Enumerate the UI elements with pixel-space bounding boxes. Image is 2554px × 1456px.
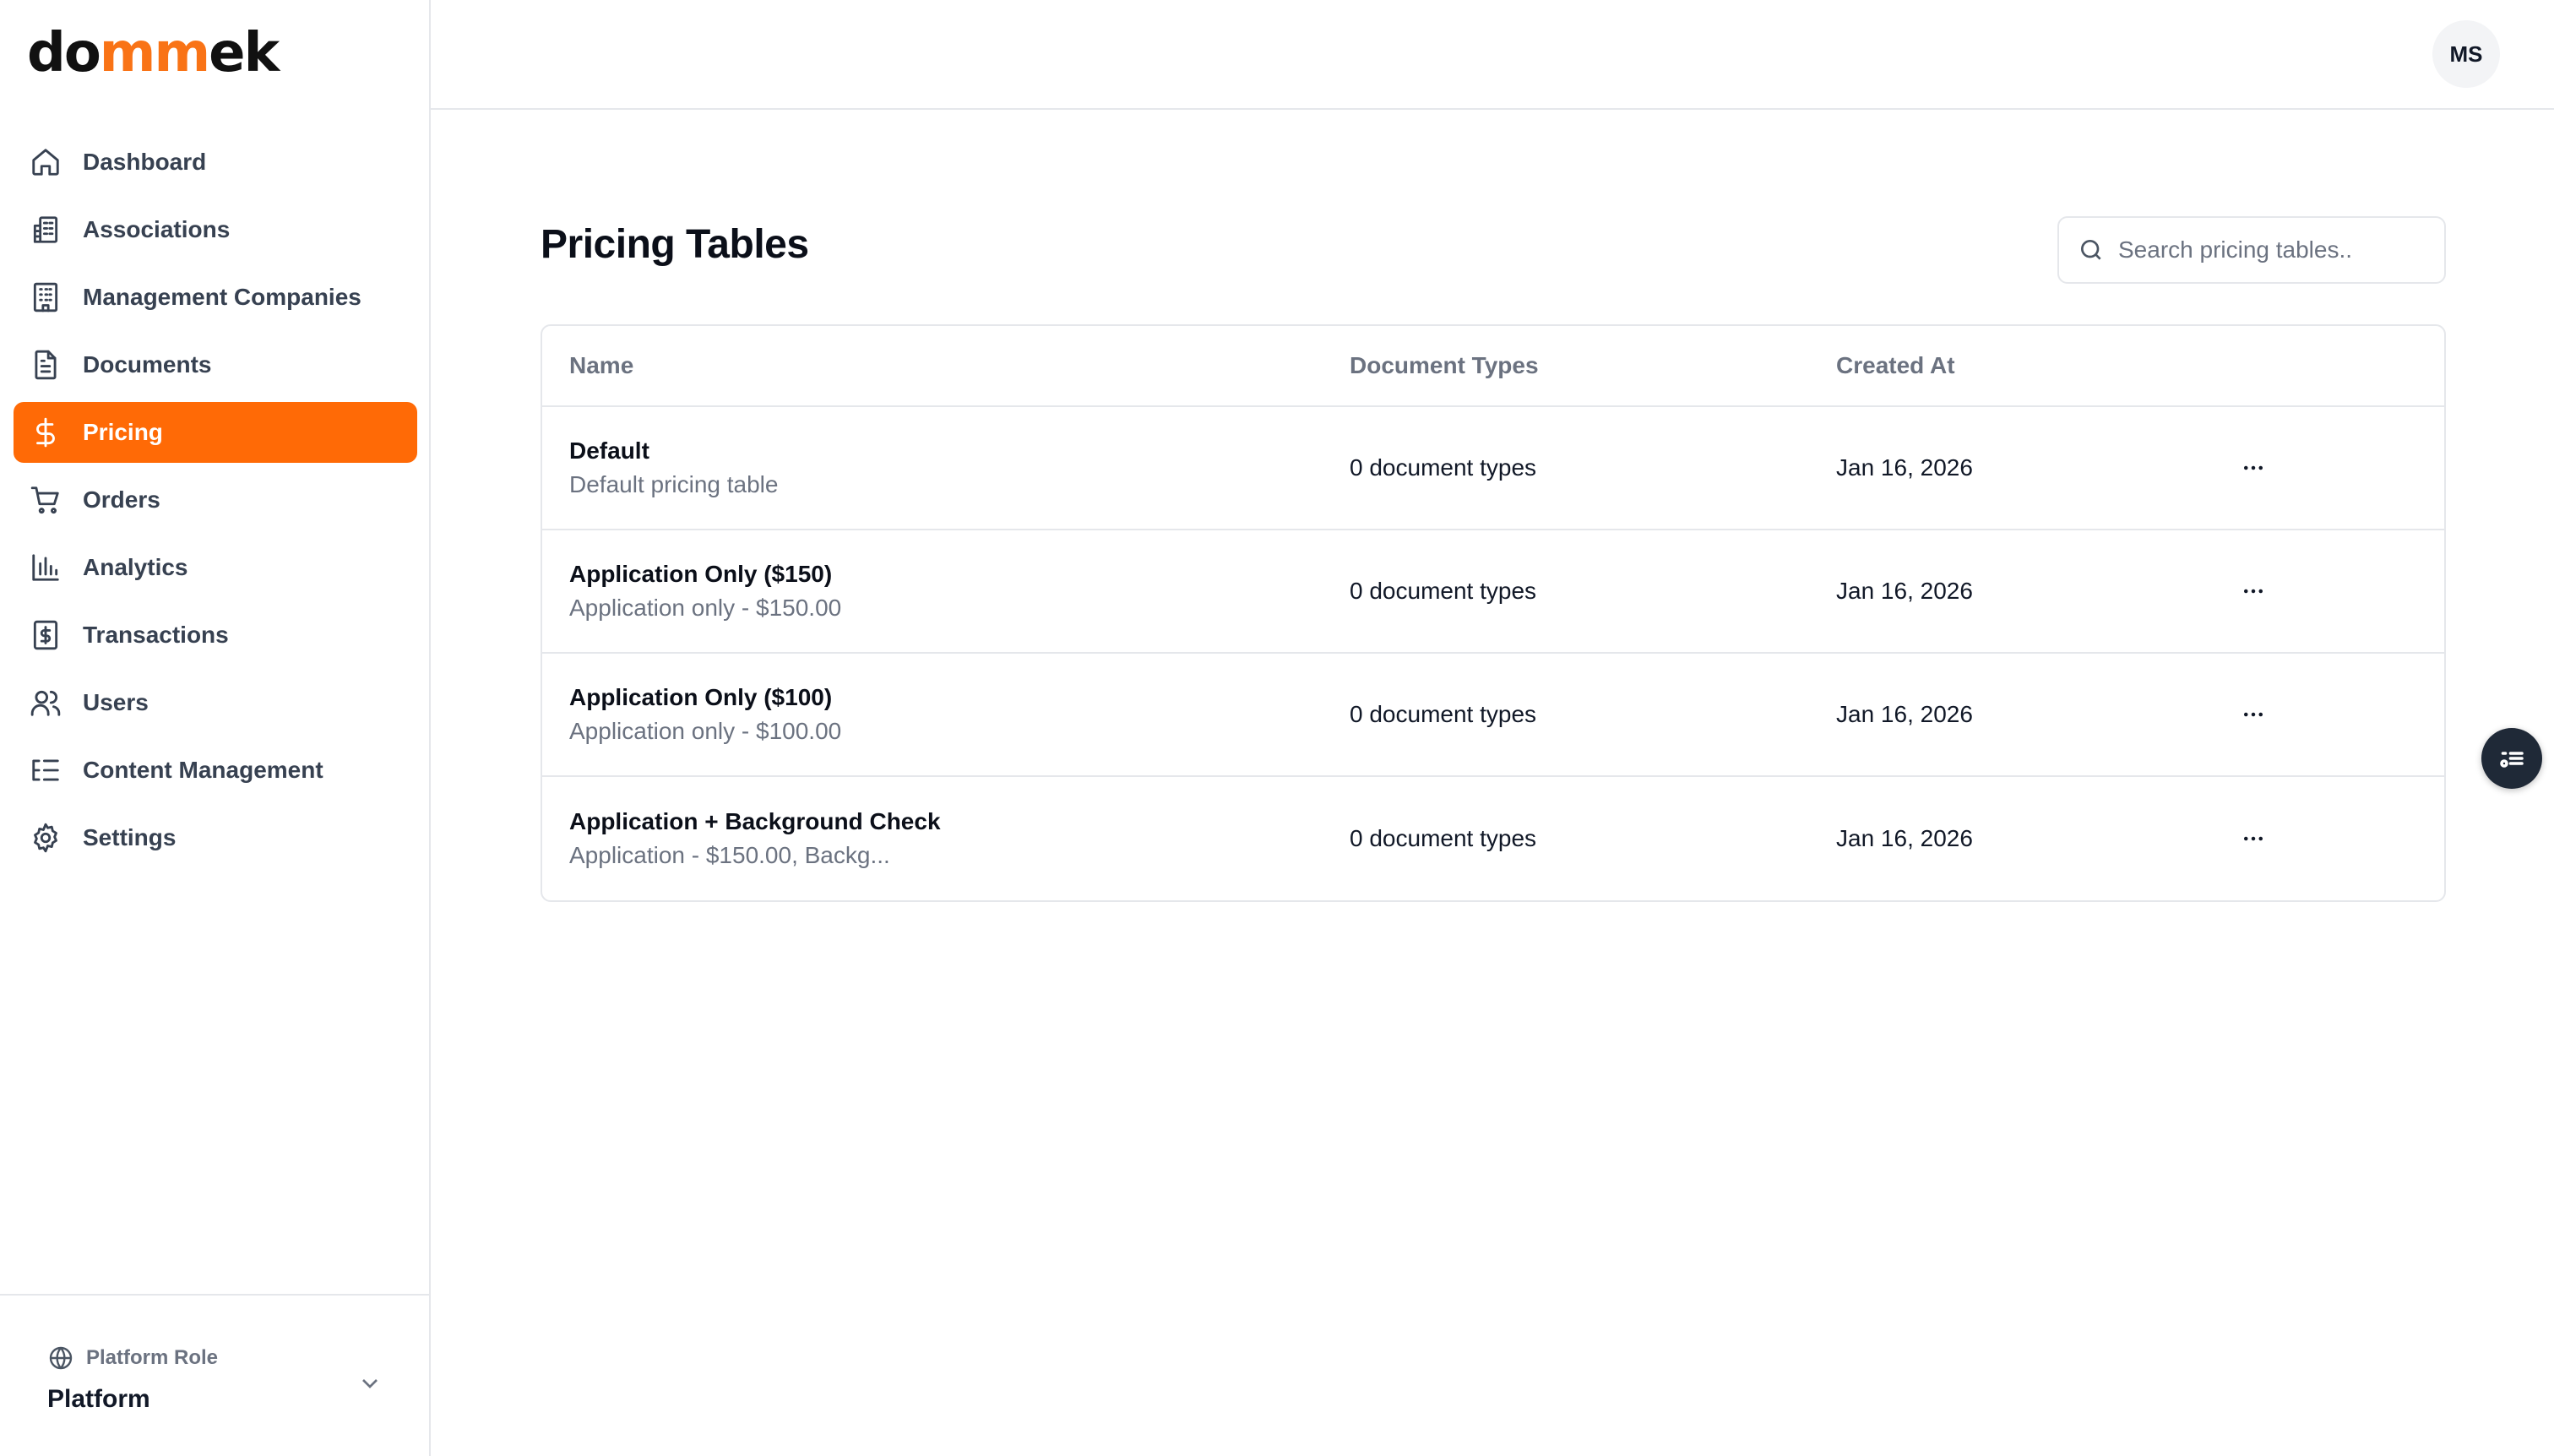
receipt-dollar-icon xyxy=(29,618,62,652)
sidebar-item-orders[interactable]: Orders xyxy=(14,470,417,530)
sidebar-item-settings[interactable]: Settings xyxy=(14,807,417,868)
buildings-icon xyxy=(29,213,62,247)
name-cell: Default Default pricing table xyxy=(542,434,1350,502)
bar-chart-icon xyxy=(29,551,62,584)
gear-icon xyxy=(29,821,62,855)
sidebar-item-content-management[interactable]: Content Management xyxy=(14,740,417,801)
globe-icon xyxy=(49,1346,73,1370)
document-types-cell: 0 document types xyxy=(1350,454,1537,481)
row-title: Default xyxy=(569,437,649,464)
created-at-cell: Jan 16, 2026 xyxy=(1836,578,1973,604)
sidebar-item-associations[interactable]: Associations xyxy=(14,199,417,260)
sidebar-item-analytics[interactable]: Analytics xyxy=(14,537,417,598)
row-title: Application Only ($150) xyxy=(569,561,833,587)
column-header-document-types[interactable]: Document Types xyxy=(1350,352,1836,379)
sidebar-item-label: Pricing xyxy=(83,419,163,445)
sidebar-item-management-companies[interactable]: Management Companies xyxy=(14,267,417,328)
more-actions-icon[interactable] xyxy=(2233,694,2274,735)
brand-logo[interactable]: dommek xyxy=(27,22,280,84)
sidebar-item-label: Dashboard xyxy=(83,149,207,175)
row-description: Default pricing table xyxy=(569,471,779,497)
document-types-cell: 0 document types xyxy=(1350,701,1537,727)
sidebar-item-label: Documents xyxy=(83,351,212,378)
sidebar-item-label: Management Companies xyxy=(83,284,361,310)
column-header-name[interactable]: Name xyxy=(542,352,1350,379)
sidebar-item-label: Orders xyxy=(83,486,160,513)
row-description: Application - $150.00, Backg... xyxy=(569,842,890,868)
sidebar-item-label: Transactions xyxy=(83,622,229,648)
table-row[interactable]: Default Default pricing table 0 document… xyxy=(542,407,2444,530)
role-value: Platform xyxy=(47,1385,150,1413)
row-title: Application + Background Check xyxy=(569,808,941,834)
users-icon xyxy=(29,686,62,720)
more-actions-icon[interactable] xyxy=(2233,818,2274,859)
sidebar-item-label: Associations xyxy=(83,216,231,242)
row-description: Application only - $150.00 xyxy=(569,595,842,621)
chevron-down-icon[interactable] xyxy=(356,1370,383,1397)
row-description: Application only - $100.00 xyxy=(569,718,842,744)
created-at-cell: Jan 16, 2026 xyxy=(1836,454,1973,481)
sidebar: dommek Dashboard Associations Management… xyxy=(0,0,431,1456)
sidebar-item-users[interactable]: Users xyxy=(14,672,417,733)
sidebar-item-label: Settings xyxy=(83,824,177,850)
sidebar-item-dashboard[interactable]: Dashboard xyxy=(14,132,417,193)
document-icon xyxy=(29,348,62,382)
logo-text: dommek xyxy=(27,22,280,84)
sidebar-item-label: Content Management xyxy=(83,757,323,783)
top-bar: MS xyxy=(431,0,2554,110)
list-tree-icon xyxy=(29,753,62,787)
column-header-created-at[interactable]: Created At xyxy=(1836,352,2233,379)
document-types-cell: 0 document types xyxy=(1350,825,1537,851)
created-at-cell: Jan 16, 2026 xyxy=(1836,825,1973,851)
role-label-row: Platform Role xyxy=(47,1345,218,1372)
name-cell: Application Only ($150) Application only… xyxy=(542,557,1350,625)
search-box[interactable] xyxy=(2057,216,2446,284)
cart-icon xyxy=(29,483,62,517)
office-building-icon xyxy=(29,280,62,314)
role-switcher[interactable]: Platform Role Platform xyxy=(0,1294,429,1456)
name-cell: Application + Background Check Applicati… xyxy=(542,805,1350,872)
more-actions-icon[interactable] xyxy=(2233,571,2274,611)
search-icon xyxy=(2081,240,2101,260)
document-types-cell: 0 document types xyxy=(1350,578,1537,604)
dollar-icon xyxy=(29,416,62,449)
avatar[interactable]: MS xyxy=(2432,20,2500,88)
pricing-table: Name Document Types Created At Default D… xyxy=(541,324,2446,902)
created-at-cell: Jan 16, 2026 xyxy=(1836,701,1973,727)
name-cell: Application Only ($100) Application only… xyxy=(542,681,1350,748)
sidebar-item-label: Analytics xyxy=(83,554,188,580)
floating-checklist-button[interactable] xyxy=(2481,728,2542,789)
table-row[interactable]: Application Only ($100) Application only… xyxy=(542,654,2444,777)
sidebar-item-documents[interactable]: Documents xyxy=(14,334,417,395)
more-actions-icon[interactable] xyxy=(2233,448,2274,488)
search-input[interactable] xyxy=(2118,236,2422,263)
page-title: Pricing Tables xyxy=(541,222,809,267)
table-header: Name Document Types Created At xyxy=(542,326,2444,407)
home-icon xyxy=(29,145,62,179)
sidebar-item-pricing[interactable]: Pricing xyxy=(14,402,417,463)
table-row[interactable]: Application + Background Check Applicati… xyxy=(542,777,2444,900)
sidebar-item-label: Users xyxy=(83,689,149,715)
checklist-icon xyxy=(2500,752,2524,768)
row-title: Application Only ($100) xyxy=(569,684,833,710)
table-row[interactable]: Application Only ($150) Application only… xyxy=(542,530,2444,654)
sidebar-nav: Dashboard Associations Management Compan… xyxy=(14,132,417,875)
sidebar-item-transactions[interactable]: Transactions xyxy=(14,605,417,666)
role-label: Platform Role xyxy=(86,1346,219,1369)
